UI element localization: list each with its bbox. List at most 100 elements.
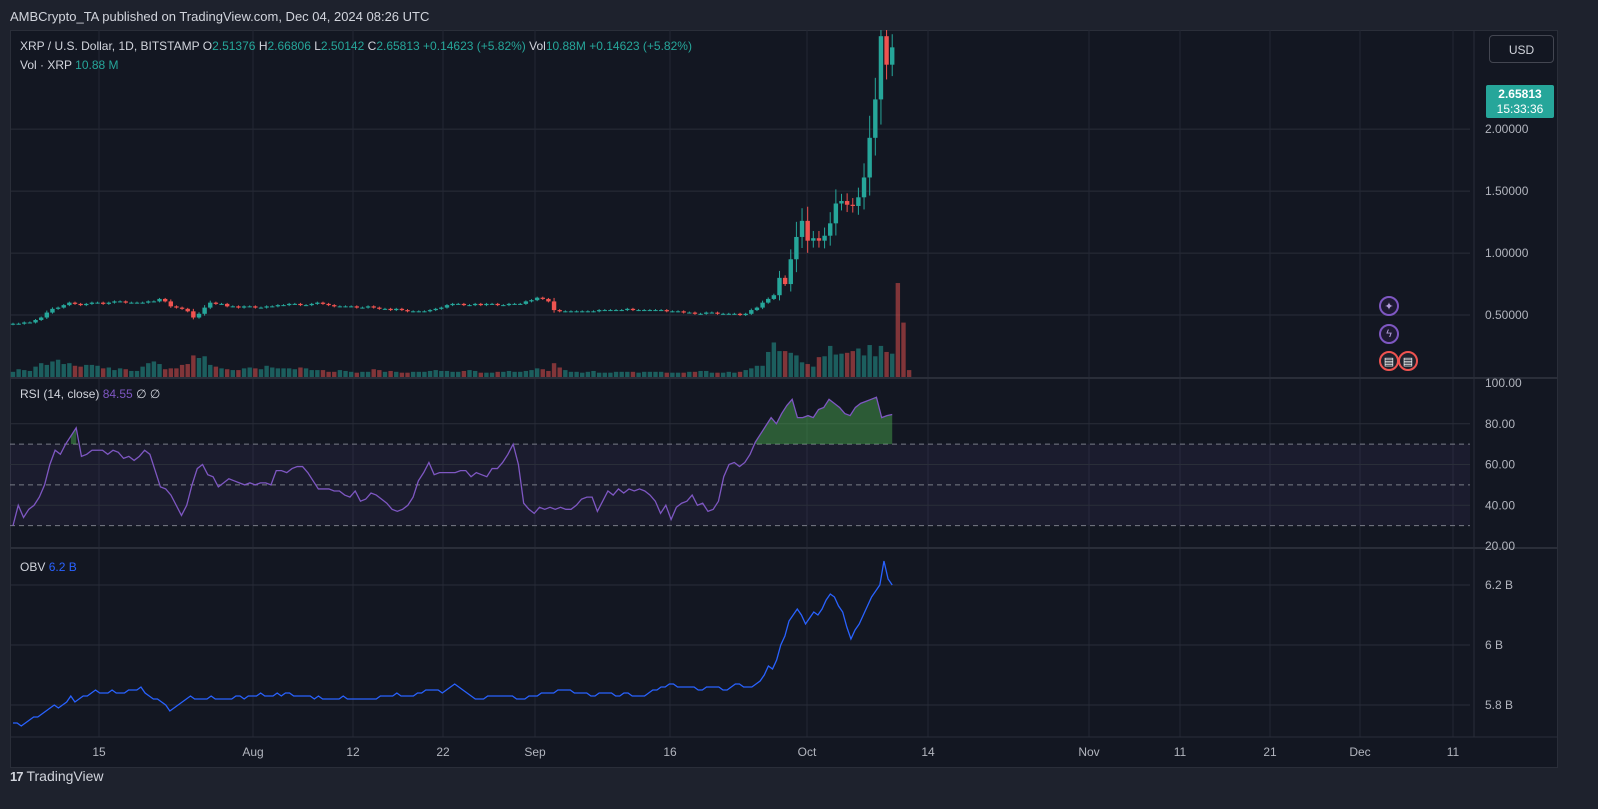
volume-bar	[241, 368, 247, 377]
volume-bar	[230, 370, 236, 377]
candle-body	[873, 99, 878, 138]
volume-bar	[309, 370, 314, 377]
rsi-legend-label: RSI (14, close)	[20, 387, 100, 401]
candle-body	[33, 319, 38, 323]
volume-bar	[636, 372, 641, 377]
candle-body	[286, 303, 292, 306]
volume-bar	[61, 364, 66, 377]
volume-bar	[433, 370, 438, 377]
candle-body	[298, 303, 303, 306]
candle-body	[44, 312, 50, 318]
volume-bar	[749, 368, 754, 377]
volume-bar	[580, 372, 585, 377]
candle-body	[591, 311, 596, 313]
volume-bar	[709, 372, 715, 377]
footer: 17 TradingView	[10, 768, 104, 784]
sparkle-event-icon[interactable]: ✦	[1379, 296, 1399, 316]
volume-bar	[33, 366, 38, 377]
time-axis-tick: 11	[1174, 745, 1187, 759]
candle-body	[754, 307, 760, 311]
volume-bar	[681, 372, 686, 377]
open-label: O	[202, 39, 213, 53]
candle-body	[501, 305, 506, 307]
candle-body	[433, 308, 438, 311]
close-label: C	[367, 39, 377, 53]
volume-bar	[844, 352, 850, 377]
time-axis-tick: Aug	[242, 745, 263, 759]
us-flag-event-icon-2[interactable]: ▤	[1398, 351, 1418, 371]
currency-button[interactable]: USD	[1489, 35, 1554, 63]
candle-body	[315, 302, 320, 304]
time-axis-tick: 21	[1263, 745, 1277, 759]
candle-body	[416, 311, 421, 313]
candle-body	[202, 307, 207, 314]
candle-body	[22, 322, 27, 324]
candle-body	[224, 303, 230, 307]
candle-body	[50, 308, 55, 313]
candle-body	[557, 310, 562, 312]
publisher-line: AMBCrypto_TA published on TradingView.co…	[10, 9, 430, 24]
time-axis-tick: Sep	[524, 745, 546, 759]
volume-bar	[270, 367, 275, 377]
volume-bar	[275, 368, 281, 377]
volume-bar	[196, 358, 202, 377]
candle-body	[146, 301, 151, 303]
volume-bar	[596, 372, 602, 377]
volume-bar	[568, 371, 574, 377]
candle-body	[174, 306, 179, 308]
volume-bar	[658, 371, 664, 377]
candle-body	[523, 301, 529, 304]
volume-bar	[22, 370, 27, 377]
volume-bar	[326, 371, 331, 377]
chart-canvas[interactable]: 2.00000 1.50000 1.00000 0.50000 100.00 80.00 6…	[10, 30, 1558, 768]
candle-body	[771, 295, 777, 299]
rsi-axis-tick: 60.00	[1485, 458, 1515, 472]
candle-body	[749, 310, 754, 314]
volume-bar	[906, 370, 912, 377]
vol-value: 10.88M	[545, 39, 586, 53]
volume-bar	[405, 372, 410, 377]
candle-body	[811, 238, 816, 241]
volume-bar	[698, 370, 703, 377]
candle-body	[839, 201, 844, 204]
volume-bar	[72, 365, 78, 377]
candle-body	[478, 303, 483, 306]
candle-body	[782, 277, 788, 285]
rsi-legend-extra1: ∅	[136, 387, 147, 401]
volume-bar	[89, 364, 95, 377]
volume-bar	[416, 371, 421, 377]
candle-body	[732, 313, 737, 315]
volume-bar	[337, 370, 343, 377]
open-value: 2.51376	[212, 39, 256, 53]
volume-bar	[523, 370, 529, 377]
volume-bar	[613, 371, 619, 377]
us-flag-event-icon[interactable]: ▤	[1379, 351, 1399, 371]
volume-bar	[315, 370, 320, 377]
candle-body	[213, 302, 219, 304]
candle-body	[878, 36, 884, 100]
candle-body	[495, 303, 500, 306]
candle-body	[230, 306, 236, 308]
candle-body	[596, 310, 602, 312]
volume-bar	[478, 372, 483, 377]
candle-body	[568, 311, 574, 313]
volume-legend: Vol · XRP 10.88 M	[20, 58, 119, 72]
candle-body	[613, 310, 619, 312]
volume-bar	[168, 368, 174, 377]
volume-bar	[377, 370, 382, 377]
candle-body	[100, 302, 106, 304]
candle-body	[850, 204, 855, 206]
candle-body	[106, 302, 112, 304]
lightning-event-icon[interactable]: ϟ	[1379, 324, 1399, 344]
volume-bar	[456, 371, 461, 377]
volume-bar	[895, 283, 901, 377]
volume-bar	[777, 351, 782, 377]
candle-body	[529, 300, 534, 302]
volume-bar	[410, 371, 416, 377]
candle-body	[687, 312, 692, 314]
candle-body	[512, 303, 517, 305]
volume-bar	[422, 371, 427, 377]
volume-bar	[890, 353, 895, 377]
volume-bar	[867, 345, 872, 377]
candle-body	[275, 305, 281, 307]
